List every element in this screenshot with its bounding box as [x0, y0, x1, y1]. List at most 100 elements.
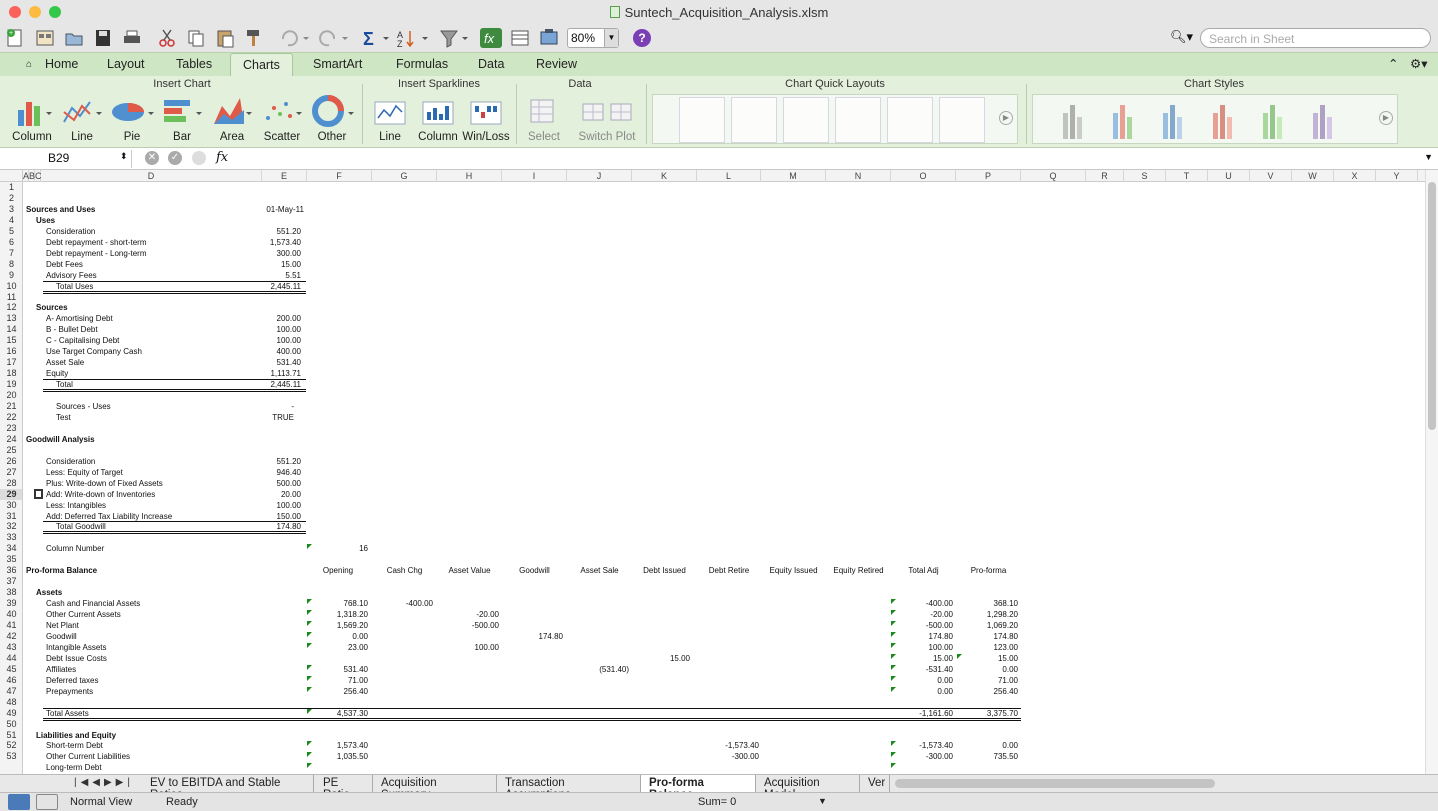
row-header[interactable]: 21 — [0, 401, 22, 412]
column-header[interactable]: P — [956, 170, 1021, 182]
column-header[interactable]: E — [262, 170, 307, 182]
other-chart-button[interactable]: Other — [308, 94, 356, 143]
tab-home[interactable]: Home — [45, 57, 78, 71]
vertical-scrollbar[interactable] — [1425, 170, 1438, 774]
value-cell[interactable]: 1,035.50 — [307, 751, 368, 762]
subsection-title[interactable]: Sources — [36, 302, 136, 313]
row-header[interactable]: 1 — [0, 182, 22, 193]
sheet-tab[interactable]: Pro-forma Balance — [641, 775, 756, 801]
column-heading[interactable]: Equity Retired — [826, 565, 891, 576]
quick-layout-thumbnail[interactable] — [939, 97, 985, 143]
row-header[interactable]: 9 — [0, 270, 22, 281]
search-input[interactable]: Search in Sheet — [1200, 28, 1431, 48]
label-cell[interactable]: Column Number — [46, 543, 246, 554]
label-cell[interactable]: Less: Intangibles — [46, 500, 246, 511]
column-chart-button[interactable]: Column — [8, 94, 56, 143]
label-cell[interactable]: Add: Write-down of Inventories — [46, 489, 246, 500]
row-header[interactable]: 40 — [0, 609, 22, 620]
column-header[interactable]: X — [1334, 170, 1376, 182]
tab-smartart[interactable]: SmartArt — [313, 57, 362, 71]
value-cell[interactable]: 16 — [330, 543, 368, 554]
value-cell[interactable]: 0.00 — [956, 740, 1018, 751]
value-cell[interactable]: 0.00 — [891, 686, 953, 697]
chevron-right-icon[interactable]: ▶ — [999, 111, 1013, 125]
row-header[interactable]: 39 — [0, 598, 22, 609]
column-header[interactable]: G — [372, 170, 437, 182]
row-header[interactable]: 3 — [0, 204, 22, 215]
bar-chart-button[interactable]: Bar — [158, 94, 206, 143]
sum-display[interactable]: Sum= 0 — [698, 796, 736, 808]
sheet-tab[interactable]: PE Ratio — [315, 775, 373, 801]
label-cell[interactable]: Add: Deferred Tax Liability Increase — [46, 511, 246, 522]
value-cell[interactable]: 368.10 — [956, 598, 1018, 609]
paste-icon[interactable] — [214, 27, 236, 49]
value-cell[interactable]: 735.50 — [956, 751, 1018, 762]
tab-review[interactable]: Review — [536, 57, 577, 71]
label-cell[interactable]: Cash and Financial Assets — [46, 598, 246, 609]
select-data-button[interactable]: Select — [520, 94, 568, 143]
label-cell[interactable]: Consideration — [46, 226, 246, 237]
sheet-tab[interactable]: Acquisition Model — [756, 775, 860, 801]
value-cell[interactable]: 1,573.40 — [250, 237, 301, 248]
row-header[interactable]: 13 — [0, 313, 22, 324]
column-heading[interactable]: Total Adj — [891, 565, 956, 576]
value-cell[interactable]: -20.00 — [437, 609, 499, 620]
row-header[interactable]: 28 — [0, 478, 22, 489]
column-header[interactable]: S — [1124, 170, 1166, 182]
column-header[interactable]: Q — [1021, 170, 1086, 182]
value-cell[interactable]: 400.00 — [250, 346, 301, 357]
worksheet-grid[interactable]: Sources and Uses 01-May-11 Uses Considerati… — [23, 182, 1425, 774]
label-cell[interactable]: Debt Issue Costs — [46, 653, 246, 664]
value-cell[interactable]: 531.40 — [250, 357, 301, 368]
tab-tables[interactable]: Tables — [176, 57, 212, 71]
value-cell[interactable]: 15.00 — [956, 653, 1018, 664]
label-cell[interactable]: Intangible Assets — [46, 642, 246, 653]
column-header[interactable]: K — [632, 170, 697, 182]
value-cell[interactable]: 500.00 — [250, 478, 301, 489]
row-header[interactable]: 4 — [0, 215, 22, 226]
value-cell[interactable]: 100.00 — [250, 324, 301, 335]
name-box[interactable]: B29 ⬍ — [0, 150, 132, 168]
help-icon[interactable]: ? — [633, 29, 651, 47]
label-cell[interactable]: Consideration — [46, 456, 246, 467]
copy-icon[interactable] — [185, 27, 207, 49]
subsection-title[interactable]: Uses — [36, 215, 136, 226]
sparkline-winloss-button[interactable]: Win/Loss — [462, 94, 510, 143]
label-cell[interactable]: Other Current Assets — [46, 609, 246, 620]
row-header[interactable]: 20 — [0, 390, 22, 401]
sheet-nav-arrows-icon[interactable]: |◀◀▶▶| — [74, 777, 134, 788]
value-cell[interactable]: 768.10 — [307, 598, 368, 609]
label-cell[interactable]: Deferred taxes — [46, 675, 246, 686]
label-cell[interactable]: Other Current Liabilities — [46, 751, 246, 762]
formula-builder-icon[interactable] — [192, 151, 206, 165]
column-heading[interactable]: Goodwill — [502, 565, 567, 576]
switch-plot-button[interactable]: Switch Plot — [574, 94, 640, 143]
label-cell[interactable]: A- Amortising Debt — [46, 313, 246, 324]
column-header[interactable]: R — [1086, 170, 1124, 182]
column-header[interactable]: D — [41, 170, 262, 182]
value-cell[interactable]: 1,113.71 — [250, 368, 301, 379]
column-header[interactable]: O — [891, 170, 956, 182]
chevron-right-icon[interactable]: ▶ — [1379, 111, 1393, 125]
sheet-tab[interactable]: Acquisition Summary — [373, 775, 497, 801]
selected-cell[interactable] — [34, 488, 43, 499]
column-header[interactable]: M — [761, 170, 826, 182]
value-cell[interactable]: - — [240, 401, 294, 412]
row-header[interactable]: 17 — [0, 357, 22, 368]
row-header[interactable]: 33 — [0, 532, 22, 543]
row-header[interactable]: 48 — [0, 697, 22, 708]
column-header[interactable]: Y — [1376, 170, 1418, 182]
row-header[interactable]: 41 — [0, 620, 22, 631]
sheet-tab[interactable]: Ver — [860, 775, 890, 793]
value-cell[interactable]: 5.51 — [250, 270, 301, 281]
chevron-down-icon[interactable]: ▼ — [818, 796, 827, 806]
subsection-title[interactable]: Liabilities and Equity — [36, 730, 236, 741]
column-heading[interactable]: Asset Sale — [567, 565, 632, 576]
section-title[interactable]: Pro-forma Balance — [26, 565, 226, 576]
expand-formula-icon[interactable]: ▼ — [1424, 152, 1433, 162]
row-header[interactable]: 11 — [0, 292, 22, 303]
zoom-select[interactable]: 80% ▼ — [567, 28, 619, 48]
label-cell[interactable]: Test — [56, 412, 236, 423]
value-cell[interactable]: 531.40 — [307, 664, 368, 675]
value-cell[interactable]: 1,069.20 — [956, 620, 1018, 631]
